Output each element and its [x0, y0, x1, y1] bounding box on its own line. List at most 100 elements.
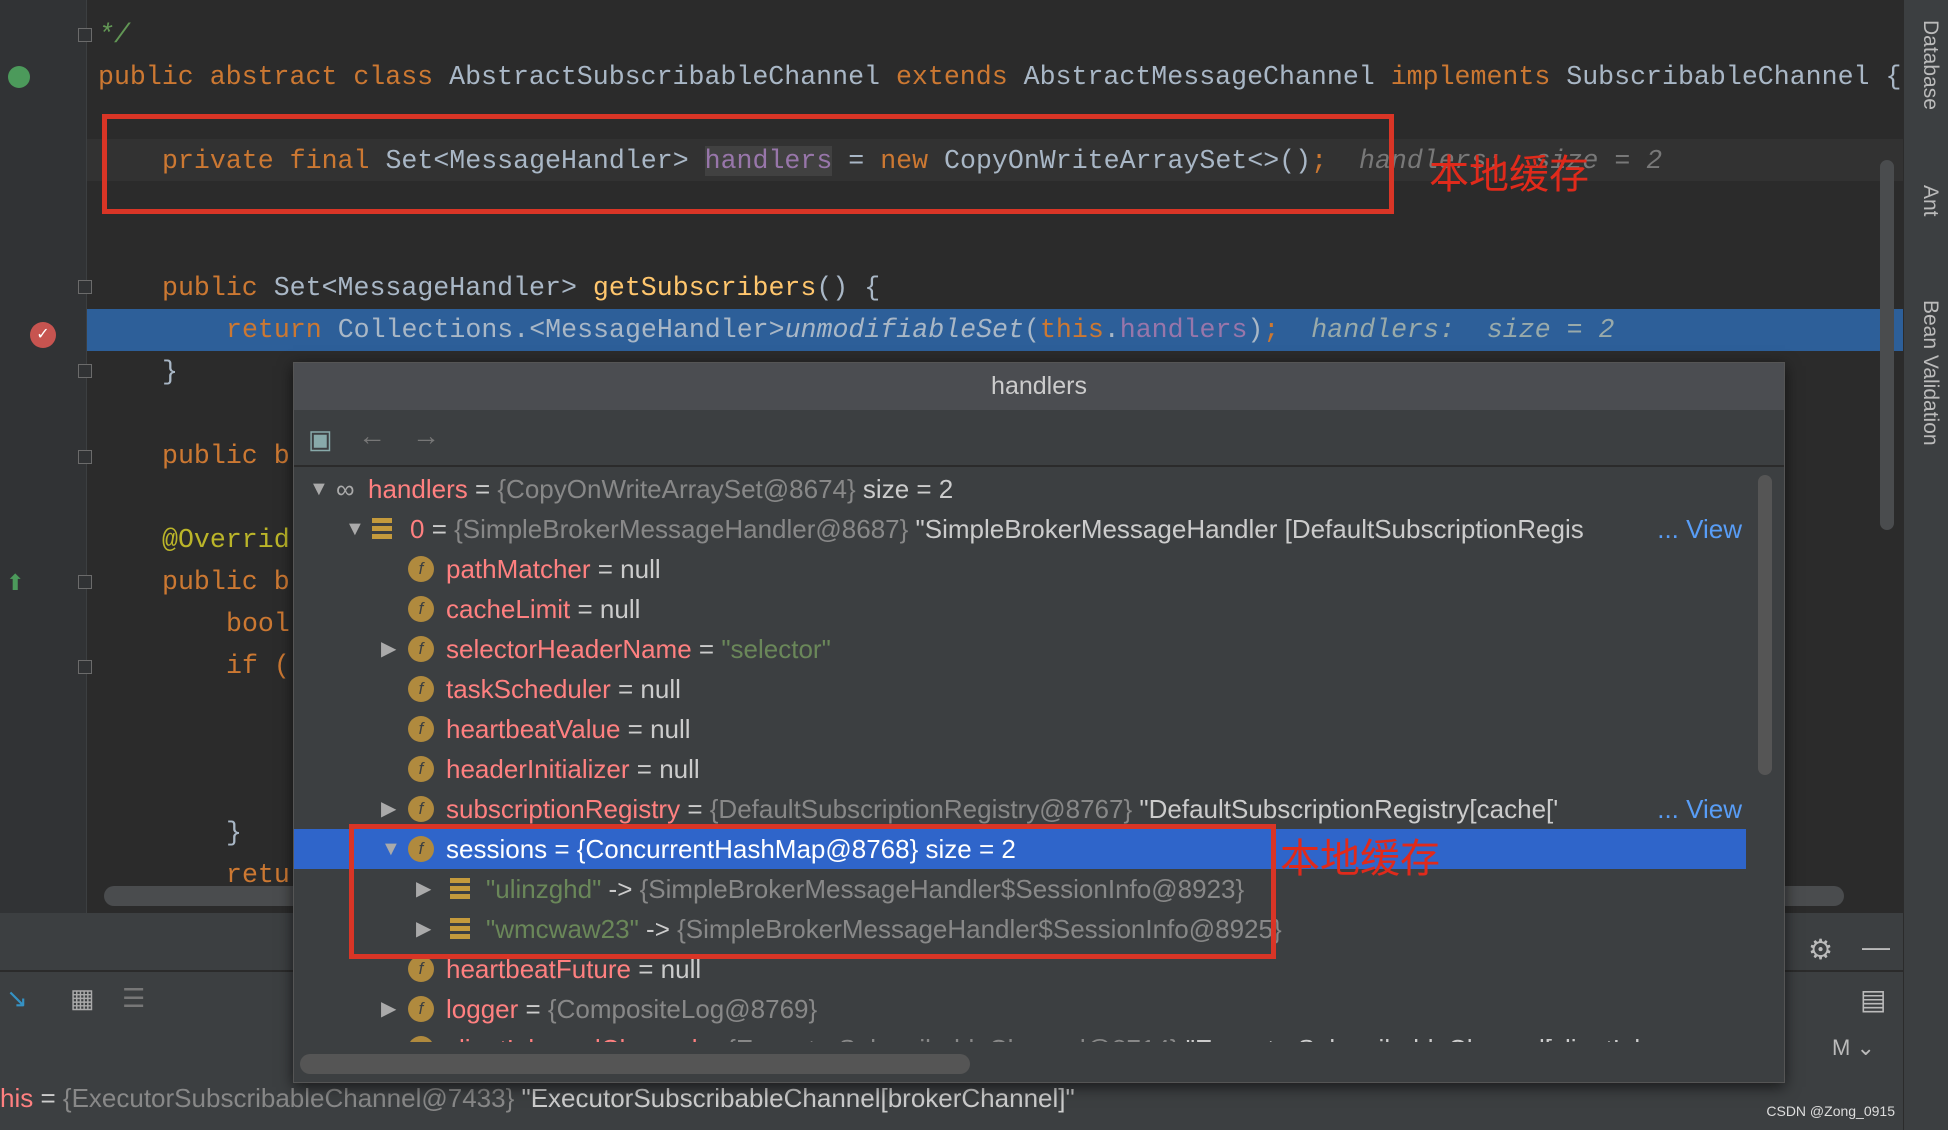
- var-name: logger: [446, 994, 519, 1024]
- operator: =: [518, 994, 548, 1024]
- fold-marker[interactable]: [78, 450, 92, 464]
- operator: =: [629, 754, 660, 784]
- tree-row[interactable]: ▶ f logger = {CompositeLog@8769}: [294, 989, 1746, 1029]
- tree-row[interactable]: ▼ ∞ handlers = {CopyOnWriteArraySet@8674} …: [294, 469, 1746, 509]
- variable-row[interactable]: his = {ExecutorSubscribableChannel@7433}…: [0, 1083, 1075, 1114]
- tree-row[interactable]: f heartbeatValue = null: [294, 709, 1746, 749]
- database-tab[interactable]: Database: [1918, 20, 1942, 110]
- back-arrow-icon[interactable]: ←: [358, 420, 386, 452]
- code-line: bool: [226, 609, 290, 639]
- tree-row[interactable]: ▶ f subscriptionRegistry = {DefaultSubscri…: [294, 789, 1746, 829]
- annotation-label: 本地缓存: [1429, 152, 1589, 198]
- fold-marker[interactable]: [78, 660, 92, 674]
- method-name: unmodifiableSet: [784, 315, 1024, 345]
- paren: ): [1247, 315, 1264, 345]
- var-detail: null: [620, 554, 661, 584]
- fold-marker[interactable]: [78, 364, 92, 378]
- step-icon[interactable]: ↘: [6, 983, 28, 1014]
- field-icon: f: [408, 796, 434, 822]
- expand-arrow-icon[interactable]: ▶: [381, 989, 396, 1029]
- tree-vertical-scrollbar[interactable]: [1758, 475, 1772, 775]
- code-line: */: [98, 14, 130, 56]
- operator: =: [691, 634, 722, 664]
- var-detail: "SimpleBrokerMessageHandler [DefaultSubs…: [908, 514, 1584, 544]
- var-string-value: "selector": [721, 634, 831, 664]
- expand-arrow-icon[interactable]: ▼: [309, 469, 329, 509]
- var-detail: "ExecutorSubscribableChannel[clientInbou: [1179, 1034, 1678, 1042]
- var-detail: size = 2: [855, 474, 954, 504]
- type: Set<MessageHandler>: [273, 273, 593, 303]
- operator: =: [590, 554, 621, 584]
- fold-marker[interactable]: [78, 575, 92, 589]
- list-icon[interactable]: ☰: [122, 983, 145, 1014]
- var-name: heartbeatValue: [446, 714, 621, 744]
- var-name: subscriptionRegistry: [446, 794, 681, 824]
- tree-row[interactable]: ▶ f selectorHeaderName = "selector": [294, 629, 1746, 669]
- m-dropdown[interactable]: M ⌄: [1832, 1035, 1875, 1061]
- variable-name: his: [0, 1083, 34, 1113]
- bean-validation-tab[interactable]: Bean Validation: [1918, 300, 1942, 446]
- var-detail: null: [650, 714, 691, 744]
- tree-horizontal-scrollbar[interactable]: [300, 1054, 970, 1074]
- view-link[interactable]: ... View: [1657, 509, 1742, 549]
- override-icon[interactable]: ⬆: [6, 570, 24, 596]
- expand-arrow-icon[interactable]: ▶: [381, 789, 396, 829]
- field-icon: f: [408, 716, 434, 742]
- editor-gutter: ✓ ⬆: [0, 0, 92, 913]
- minimize-icon[interactable]: —: [1862, 931, 1890, 963]
- code-line: public Set<MessageHandler> getSubscriber…: [162, 267, 880, 309]
- pin-watch-icon[interactable]: ▣: [308, 424, 333, 455]
- annotation-box: [102, 114, 1394, 214]
- table-icon[interactable]: ▦: [70, 983, 95, 1014]
- tree-row[interactable]: f cacheLimit = null: [294, 589, 1746, 629]
- field-icon: f: [408, 556, 434, 582]
- view-link[interactable]: ... View: [1657, 789, 1742, 829]
- tree-row[interactable]: f headerInitializer = null: [294, 749, 1746, 789]
- class-name: AbstractSubscribableChannel: [449, 62, 896, 92]
- operator: =: [467, 474, 498, 504]
- code-text: () {: [816, 273, 881, 303]
- breakpoint-icon[interactable]: ✓: [30, 322, 56, 348]
- layout-icon[interactable]: ▤: [1860, 983, 1886, 1016]
- var-value: {CompositeLog@8769}: [547, 994, 818, 1024]
- var-name: pathMatcher: [446, 554, 591, 584]
- var-detail: "DefaultSubscriptionRegistry[cache[': [1132, 794, 1559, 824]
- right-tool-strip: Database Ant Bean Validation: [1903, 0, 1948, 1130]
- parent-class: AbstractMessageChannel: [1023, 62, 1391, 92]
- field-icon: f: [408, 996, 434, 1022]
- gear-icon[interactable]: ⚙: [1808, 933, 1833, 966]
- forward-arrow-icon[interactable]: →: [412, 420, 440, 452]
- popup-title: handlers: [294, 363, 1784, 410]
- editor-vertical-scrollbar[interactable]: [1880, 160, 1894, 530]
- var-name: 0: [410, 514, 425, 544]
- ant-tab[interactable]: Ant: [1918, 185, 1942, 217]
- tree-row[interactable]: f taskScheduler = null: [294, 669, 1746, 709]
- expand-arrow-icon[interactable]: ▶: [381, 629, 396, 669]
- array-element-icon: [372, 518, 392, 540]
- expand-arrow-icon[interactable]: ▶: [381, 1029, 396, 1042]
- field-icon: f: [408, 636, 434, 662]
- tree-row[interactable]: ▼ 0 = {SimpleBrokerMessageHandler@8687} "…: [294, 509, 1746, 549]
- field-icon: f: [408, 956, 434, 982]
- expand-arrow-icon[interactable]: ▼: [345, 509, 365, 549]
- code-line: public abstract class AbstractSubscribab…: [98, 56, 1901, 98]
- var-name: cacheLimit: [446, 594, 571, 624]
- operator: =: [570, 594, 600, 624]
- fold-marker[interactable]: [78, 28, 92, 42]
- dot: .: [1103, 315, 1120, 345]
- implemented-icon[interactable]: [8, 66, 30, 88]
- var-name: clientInboundChannel: [446, 1034, 698, 1042]
- fold-marker[interactable]: [78, 280, 92, 294]
- annotation-label: 本地缓存: [1280, 836, 1440, 882]
- tree-row[interactable]: ▶ f clientInboundChannel = {ExecutorSubscr…: [294, 1029, 1746, 1042]
- keyword: public abstract class: [98, 62, 450, 92]
- keyword: this: [1039, 315, 1104, 345]
- class-name: Collections.<MessageHandler>: [337, 315, 785, 345]
- keyword: extends: [895, 62, 1024, 92]
- code-line: public b: [162, 567, 290, 597]
- code-line: public b: [162, 441, 290, 471]
- semicolon: ;: [1263, 315, 1280, 345]
- code-line: }: [226, 818, 242, 848]
- tree-row[interactable]: f pathMatcher = null: [294, 549, 1746, 589]
- field-icon: f: [408, 596, 434, 622]
